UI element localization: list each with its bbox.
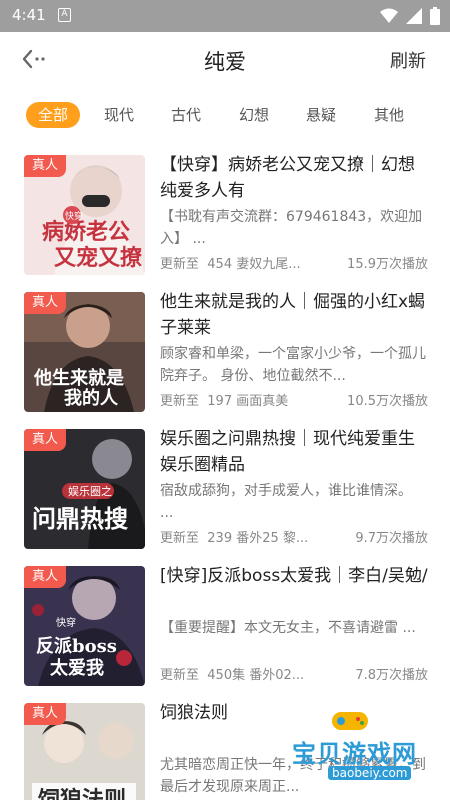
page-title: 纯爱 bbox=[204, 50, 246, 74]
tab-ancient[interactable]: 古代 bbox=[159, 102, 213, 128]
gamepad-icon bbox=[332, 712, 368, 730]
cover-tag: 快穿 bbox=[65, 210, 83, 222]
watermark: 宝贝游戏网 baobeiy.com bbox=[292, 708, 442, 788]
book-info: 【快穿】病娇老公又宠又撩｜幻想纯爱多人有 【书耽有声交流群：679461843，… bbox=[160, 152, 428, 275]
refresh-button[interactable]: 刷新 bbox=[390, 47, 426, 73]
tab-other[interactable]: 其他 bbox=[362, 102, 416, 128]
book-meta: 更新至 197 画面真美 10.5万次播放 bbox=[160, 388, 428, 412]
book-title: 娱乐圈之问鼎热搜｜现代纯爱重生娱乐圈精品 bbox=[160, 429, 415, 475]
book-cover[interactable]: 娱乐圈之 问鼎热搜 真人 bbox=[24, 429, 145, 549]
book-desc: 【书耽有声交流群：679461843，欢迎加入】 ... bbox=[160, 209, 423, 247]
back-icon[interactable] bbox=[20, 48, 50, 70]
book-cover[interactable]: 病娇老公 又宠又撩 快穿 真人 bbox=[24, 155, 145, 275]
tab-fantasy[interactable]: 幻想 bbox=[227, 102, 281, 128]
cover-title-line2: 太爱我 bbox=[50, 657, 104, 679]
list-item[interactable]: 快穿 反派boss 太爱我 真人 [快穿]反派boss太爱我｜李白/吴勉/ 【重… bbox=[0, 559, 450, 686]
book-cover[interactable]: 快穿 反派boss 太爱我 真人 bbox=[24, 566, 145, 686]
play-count: 7.8万次播放 bbox=[355, 668, 428, 683]
cover-title-line2: 又宠又撩 bbox=[54, 245, 143, 271]
book-info: 娱乐圈之问鼎热搜｜现代纯爱重生娱乐圈精品 宿敌成舔狗，对手成爱人，谁比谁情深。 … bbox=[160, 426, 428, 549]
book-title: [快穿]反派boss太爱我｜李白/吴勉/ bbox=[160, 566, 428, 586]
cover-title-line1: 他生来就是 bbox=[33, 367, 124, 389]
list-item[interactable]: 病娇老公 又宠又撩 快穿 真人 【快穿】病娇老公又宠又撩｜幻想纯爱多人有 【书耽… bbox=[0, 148, 450, 275]
cover-title-line1: 病娇老公 bbox=[42, 219, 130, 245]
cover-title: 问鼎热搜 bbox=[32, 504, 128, 533]
signal-icon bbox=[406, 8, 422, 24]
cover-title-line1: 反派boss bbox=[36, 636, 117, 657]
book-desc: 宿敌成舔狗，对手成爱人，谁比谁情深。 ... bbox=[160, 483, 412, 521]
list-item[interactable]: 娱乐圈之 问鼎热搜 真人 娱乐圈之问鼎热搜｜现代纯爱重生娱乐圈精品 宿敌成舔狗，… bbox=[0, 422, 450, 549]
cover-title-line2: 我的人 bbox=[64, 387, 119, 409]
update-info: 更新至 450集 番外02... bbox=[160, 668, 305, 683]
nav-bar: 纯爱 刷新 bbox=[0, 32, 450, 86]
cover-tag: 快穿 bbox=[56, 616, 76, 629]
category-tabs: 全部 现代 古代 幻想 悬疑 其他 bbox=[0, 100, 450, 132]
book-cover[interactable]: 饲狼法则 真人 bbox=[24, 703, 145, 800]
status-bar: 4:41 A bbox=[0, 0, 450, 32]
badge-real-person: 真人 bbox=[24, 292, 67, 314]
book-cover[interactable]: 他生来就是 我的人 真人 bbox=[24, 292, 145, 412]
book-info: 他生来就是我的人｜倔强的小红x蝎子莱莱 顾家睿和单梁，一个富家小少爷，一个孤儿院… bbox=[160, 289, 428, 412]
book-meta: 更新至 450集 番外02... 7.8万次播放 bbox=[160, 662, 428, 686]
badge-real-person: 真人 bbox=[24, 703, 67, 725]
update-info: 更新至 239 番外25 黎... bbox=[160, 531, 309, 546]
list-item[interactable]: 他生来就是 我的人 真人 他生来就是我的人｜倔强的小红x蝎子莱莱 顾家睿和单梁，… bbox=[0, 285, 450, 412]
play-count: 10.5万次播放 bbox=[347, 394, 428, 409]
book-title: 他生来就是我的人｜倔强的小红x蝎子莱莱 bbox=[160, 292, 426, 338]
badge-real-person: 真人 bbox=[24, 566, 67, 588]
cover-title: 饲狼法则 bbox=[37, 787, 126, 800]
watermark-name: 宝贝游戏网 bbox=[292, 740, 417, 768]
book-meta: 更新至 454 妻奴九尾... 15.9万次播放 bbox=[160, 251, 428, 275]
badge-real-person: 真人 bbox=[24, 429, 67, 451]
book-meta: 更新至 239 番外25 黎... 9.7万次播放 bbox=[160, 525, 428, 549]
play-count: 15.9万次播放 bbox=[347, 257, 428, 272]
tab-mystery[interactable]: 悬疑 bbox=[294, 102, 348, 128]
status-time: 4:41 bbox=[12, 6, 46, 24]
notification-a-icon: A bbox=[58, 8, 71, 22]
watermark-url: baobeiy.com bbox=[328, 766, 412, 780]
book-desc: 顾家睿和单梁，一个富家小少爷，一个孤儿院弃子。 身份、地位截然不... bbox=[160, 346, 426, 384]
system-icons bbox=[380, 6, 440, 26]
cover-tag: 娱乐圈之 bbox=[68, 484, 112, 498]
update-info: 更新至 197 画面真美 bbox=[160, 394, 289, 409]
battery-icon bbox=[430, 7, 440, 25]
tab-modern[interactable]: 现代 bbox=[92, 102, 146, 128]
play-count: 9.7万次播放 bbox=[355, 531, 428, 546]
book-title: 【快穿】病娇老公又宠又撩｜幻想纯爱多人有 bbox=[160, 155, 415, 201]
badge-real-person: 真人 bbox=[24, 155, 67, 177]
wifi-icon bbox=[380, 8, 398, 23]
update-info: 更新至 454 妻奴九尾... bbox=[160, 257, 301, 272]
tab-all[interactable]: 全部 bbox=[26, 102, 80, 128]
book-desc: 【重要提醒】本文无女主，不喜请避雷 ... bbox=[160, 620, 416, 636]
book-info: [快穿]反派boss太爱我｜李白/吴勉/ 【重要提醒】本文无女主，不喜请避雷 .… bbox=[160, 563, 428, 686]
